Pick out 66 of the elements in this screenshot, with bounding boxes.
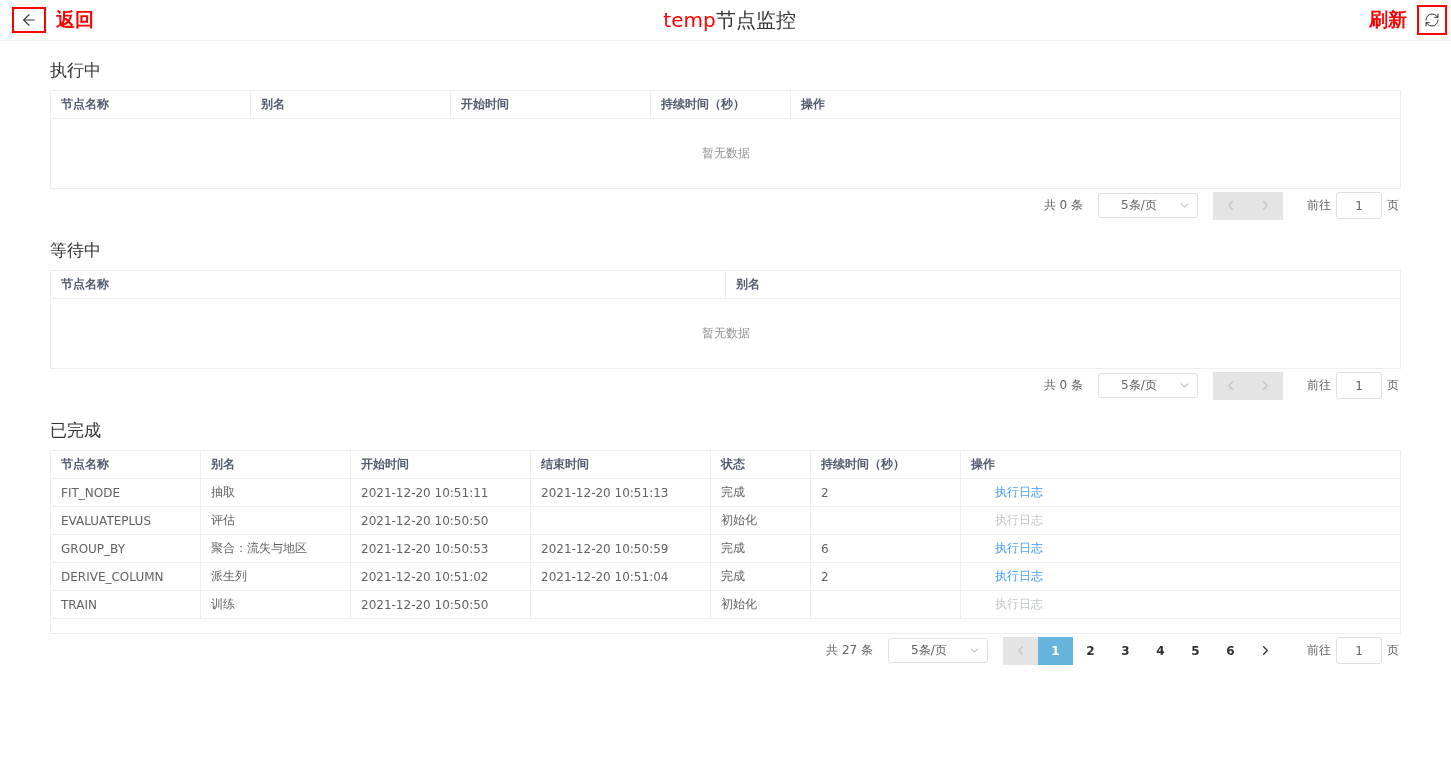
column-header: 节点名称 bbox=[51, 91, 251, 118]
section-title: 执行中 bbox=[50, 59, 102, 82]
page-size-select[interactable]: 5条/页 bbox=[1098, 373, 1198, 398]
total-count: 共 27 条 bbox=[826, 642, 873, 659]
column-header: 开始时间 bbox=[451, 91, 651, 118]
section-title: 等待中 bbox=[50, 239, 102, 262]
refresh-icon bbox=[1424, 12, 1440, 28]
table-cell: 2021-12-20 10:50:53 bbox=[351, 535, 531, 562]
table-cell: TRAIN bbox=[51, 591, 201, 618]
column-header: 节点名称 bbox=[51, 451, 201, 478]
table-cell: GROUP_BY bbox=[51, 535, 201, 562]
page-suffix: 页 bbox=[1387, 197, 1399, 214]
table-cell: 2021-12-20 10:51:04 bbox=[531, 563, 711, 590]
table-cell: 训练 bbox=[201, 591, 351, 618]
back-button[interactable] bbox=[12, 7, 46, 33]
table-cell: FIT_NODE bbox=[51, 479, 201, 506]
table-cell: 2021-12-20 10:51:11 bbox=[351, 479, 531, 506]
section-title: 已完成 bbox=[50, 419, 102, 442]
page-suffix: 页 bbox=[1387, 377, 1399, 394]
column-header: 别名 bbox=[734, 276, 761, 293]
page-input[interactable]: 1 bbox=[1336, 637, 1382, 664]
column-header: 持续时间（秒） bbox=[811, 451, 961, 478]
table-cell: 初始化 bbox=[711, 591, 811, 618]
table-cell: 6 bbox=[811, 535, 961, 562]
column-header: 持续时间（秒） bbox=[651, 91, 791, 118]
column-header: 开始时间 bbox=[351, 451, 531, 478]
table-cell: 评估 bbox=[201, 507, 351, 534]
table-cell: 完成 bbox=[711, 563, 811, 590]
table-cell: 完成 bbox=[711, 535, 811, 562]
refresh-label: 刷新 bbox=[1369, 7, 1407, 32]
page-input[interactable]: 1 bbox=[1336, 372, 1382, 399]
table-cell: 抽取 bbox=[201, 479, 351, 506]
total-count: 共 0 条 bbox=[1043, 197, 1083, 214]
table-cell: 2 bbox=[811, 563, 961, 590]
table-cell: EVALUATEPLUS bbox=[51, 507, 201, 534]
column-header: 状态 bbox=[711, 451, 811, 478]
page-title: temp节点监控 bbox=[663, 6, 796, 34]
table-cell: 2021-12-20 10:51:02 bbox=[351, 563, 531, 590]
page-size-select[interactable]: 5条/页 bbox=[1098, 193, 1198, 218]
table-cell: 2021-12-20 10:50:59 bbox=[531, 535, 711, 562]
goto-label: 前往 bbox=[1307, 197, 1331, 214]
empty-text: 暂无数据 bbox=[700, 145, 751, 162]
table-cell: 派生列 bbox=[201, 563, 351, 590]
table-cell: 2021-12-20 10:51:13 bbox=[531, 479, 711, 506]
table-cell: 聚合：流失与地区 bbox=[201, 535, 351, 562]
page-suffix: 页 bbox=[1387, 642, 1399, 659]
table-cell: 2 bbox=[811, 479, 961, 506]
column-header: 结束时间 bbox=[531, 451, 711, 478]
table-cell: 初始化 bbox=[711, 507, 811, 534]
column-header: 别名 bbox=[251, 91, 451, 118]
goto-label: 前往 bbox=[1307, 642, 1331, 659]
table-cell: 完成 bbox=[711, 479, 811, 506]
refresh-button[interactable] bbox=[1417, 5, 1447, 35]
page-input[interactable]: 1 bbox=[1336, 192, 1382, 219]
table-cell: 2021-12-20 10:50:50 bbox=[351, 507, 531, 534]
empty-text: 暂无数据 bbox=[700, 325, 751, 342]
total-count: 共 0 条 bbox=[1043, 377, 1083, 394]
table-cell: DERIVE_COLUMN bbox=[51, 563, 201, 590]
goto-label: 前往 bbox=[1307, 377, 1331, 394]
column-header: 操作 bbox=[970, 456, 996, 473]
back-label: 返回 bbox=[56, 7, 94, 32]
column-header: 别名 bbox=[201, 451, 351, 478]
column-header: 操作 bbox=[800, 96, 826, 113]
page-size-select[interactable]: 5条/页 bbox=[888, 638, 988, 663]
column-header: 节点名称 bbox=[51, 271, 726, 298]
table-cell: 2021-12-20 10:50:50 bbox=[351, 591, 531, 618]
